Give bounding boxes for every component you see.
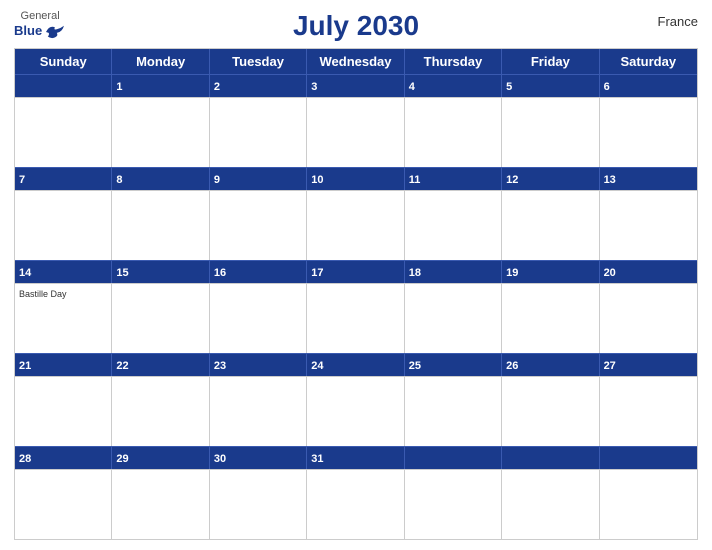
week1-body <box>15 97 697 167</box>
w5d0-cell <box>15 470 112 539</box>
logo-bird-icon <box>44 23 66 41</box>
w5d1-cell <box>112 470 209 539</box>
w3d0-cell: Bastille Day <box>15 284 112 353</box>
w3d2-cell <box>210 284 307 353</box>
country-label: France <box>658 14 698 29</box>
week3-header: 14 15 16 17 18 19 20 <box>15 260 697 283</box>
w3d5-cell <box>502 284 599 353</box>
header-monday: Monday <box>112 49 209 74</box>
w5d4-header <box>405 447 502 469</box>
week5-body <box>15 469 697 539</box>
w1d6-cell <box>600 98 697 167</box>
header-thursday: Thursday <box>405 49 502 74</box>
w4d2-cell <box>210 377 307 446</box>
w1d6-header: 6 <box>600 75 697 97</box>
w2d0-cell <box>15 191 112 260</box>
week2-header: 7 8 9 10 11 12 13 <box>15 167 697 190</box>
w2d6-cell <box>600 191 697 260</box>
w4d0-header: 21 <box>15 354 112 376</box>
w2d3-header: 10 <box>307 168 404 190</box>
w1d4-cell <box>405 98 502 167</box>
w3d6-cell <box>600 284 697 353</box>
w1d5-cell <box>502 98 599 167</box>
w2d0-header: 7 <box>15 168 112 190</box>
logo: General Blue <box>14 10 66 41</box>
w4d2-header: 23 <box>210 354 307 376</box>
w2d4-cell <box>405 191 502 260</box>
w5d5-cell <box>502 470 599 539</box>
w5d6-header <box>600 447 697 469</box>
bastille-day-label: Bastille Day <box>19 289 107 299</box>
page-title: July 2030 <box>293 10 419 42</box>
w3d3-header: 17 <box>307 261 404 283</box>
w2d2-header: 9 <box>210 168 307 190</box>
w1d1-cell <box>112 98 209 167</box>
w2d1-header: 8 <box>112 168 209 190</box>
w2d4-header: 11 <box>405 168 502 190</box>
w4d1-cell <box>112 377 209 446</box>
calendar-grid: Sunday Monday Tuesday Wednesday Thursday… <box>14 48 698 540</box>
header-saturday: Saturday <box>600 49 697 74</box>
w1d3-header: 3 <box>307 75 404 97</box>
w1d4-header: 4 <box>405 75 502 97</box>
w5d6-cell <box>600 470 697 539</box>
w4d6-header: 27 <box>600 354 697 376</box>
w1d0-header <box>15 75 112 97</box>
w1d5-header: 5 <box>502 75 599 97</box>
w5d1-header: 29 <box>112 447 209 469</box>
w3d0-header: 14 <box>15 261 112 283</box>
w4d4-header: 25 <box>405 354 502 376</box>
w4d1-header: 22 <box>112 354 209 376</box>
w2d6-header: 13 <box>600 168 697 190</box>
w4d3-cell <box>307 377 404 446</box>
logo-blue: Blue <box>14 24 42 38</box>
w5d2-cell <box>210 470 307 539</box>
week5-header: 28 29 30 31 <box>15 446 697 469</box>
w3d1-header: 15 <box>112 261 209 283</box>
w3d3-cell <box>307 284 404 353</box>
w4d5-header: 26 <box>502 354 599 376</box>
week3-body: Bastille Day <box>15 283 697 353</box>
header-tuesday: Tuesday <box>210 49 307 74</box>
w2d5-header: 12 <box>502 168 599 190</box>
w4d5-cell <box>502 377 599 446</box>
weeks-container: 1 2 3 4 5 6 7 8 9 10 <box>15 74 697 539</box>
w4d6-cell <box>600 377 697 446</box>
week4-header: 21 22 23 24 25 26 27 <box>15 353 697 376</box>
logo-general: General <box>21 10 60 22</box>
week1-header: 1 2 3 4 5 6 <box>15 74 697 97</box>
w2d2-cell <box>210 191 307 260</box>
header-friday: Friday <box>502 49 599 74</box>
w5d0-header: 28 <box>15 447 112 469</box>
header-sunday: Sunday <box>15 49 112 74</box>
w1d1-header: 1 <box>112 75 209 97</box>
w2d1-cell <box>112 191 209 260</box>
w2d3-cell <box>307 191 404 260</box>
w3d5-header: 19 <box>502 261 599 283</box>
w5d3-header: 31 <box>307 447 404 469</box>
w1d0-cell <box>15 98 112 167</box>
week2-body <box>15 190 697 260</box>
w2d5-cell <box>502 191 599 260</box>
header-wednesday: Wednesday <box>307 49 404 74</box>
w1d3-cell <box>307 98 404 167</box>
w5d3-cell <box>307 470 404 539</box>
w1d2-cell <box>210 98 307 167</box>
w3d2-header: 16 <box>210 261 307 283</box>
w5d2-header: 30 <box>210 447 307 469</box>
week4-body <box>15 376 697 446</box>
w1d2-header: 2 <box>210 75 307 97</box>
w3d6-header: 20 <box>600 261 697 283</box>
w4d4-cell <box>405 377 502 446</box>
calendar-page: General Blue July 2030 France Sunday Mon… <box>0 0 712 550</box>
w4d0-cell <box>15 377 112 446</box>
page-header: General Blue July 2030 France <box>14 10 698 42</box>
w3d1-cell <box>112 284 209 353</box>
w5d5-header <box>502 447 599 469</box>
w3d4-header: 18 <box>405 261 502 283</box>
day-headers-row: Sunday Monday Tuesday Wednesday Thursday… <box>15 49 697 74</box>
w3d4-cell <box>405 284 502 353</box>
w4d3-header: 24 <box>307 354 404 376</box>
w5d4-cell <box>405 470 502 539</box>
